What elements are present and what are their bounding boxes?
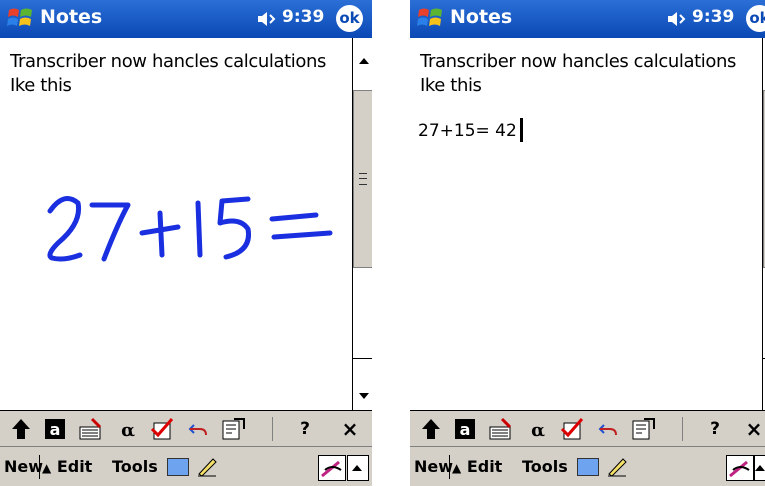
svg-text:α: α	[531, 420, 545, 441]
help-button[interactable]: ?	[706, 417, 724, 441]
arrow-up-icon	[755, 465, 765, 471]
clock[interactable]: 9:39	[692, 7, 734, 27]
properties-icon[interactable]	[220, 417, 246, 441]
keyboard-edit-icon[interactable]	[78, 417, 104, 441]
ok-button[interactable]: ok	[746, 5, 765, 32]
toolbar-separator	[682, 417, 683, 441]
menu-tools[interactable]: Tools	[522, 457, 568, 476]
close-button[interactable]: ×	[340, 417, 360, 441]
scroll-up-button[interactable]	[353, 38, 372, 91]
transcriber-toolbar: a α ? ×	[410, 410, 765, 447]
menu-new[interactable]: New	[414, 457, 453, 476]
title-bar: Notes 9:39 ok	[410, 0, 765, 38]
volume-icon[interactable]	[666, 10, 692, 28]
arrow-up-icon	[352, 465, 362, 471]
input-method-arrow[interactable]	[754, 455, 765, 481]
alpha-symbols-icon[interactable]: α	[526, 417, 550, 441]
input-panel-icon[interactable]	[318, 455, 346, 481]
pen-icon[interactable]	[606, 455, 628, 477]
menu-new[interactable]: New	[4, 457, 43, 476]
app-title: Notes	[450, 6, 513, 28]
svg-text:a: a	[460, 420, 471, 439]
pocketpc-screen-left: Notes 9:39 ok Transcriber now hancles ca…	[0, 0, 372, 486]
shift-arrow-icon[interactable]	[420, 417, 442, 441]
clock[interactable]: 9:39	[282, 7, 324, 27]
menu-edit[interactable]: ▲ Edit	[452, 457, 502, 476]
note-text: Transcriber now hancles calculations Ike…	[420, 51, 736, 96]
menu-bar: New ▲ Edit Tools	[0, 446, 372, 486]
note-text: Transcriber now hancles calculations Ike…	[10, 51, 326, 96]
ok-button[interactable]: ok	[336, 5, 363, 32]
arrow-up-icon	[359, 58, 369, 64]
menu-tools[interactable]: Tools	[112, 457, 158, 476]
vertical-scrollbar[interactable]	[352, 38, 372, 411]
scroll-thumb[interactable]	[353, 90, 372, 268]
letter-mode-icon[interactable]: a	[454, 417, 476, 441]
volume-icon[interactable]	[256, 10, 282, 28]
help-button[interactable]: ?	[296, 417, 314, 441]
caret-up-icon: ▲	[42, 461, 52, 475]
typed-result: 27+15= 42	[418, 121, 517, 141]
arrow-down-icon	[359, 393, 369, 399]
keyboard-icon[interactable]	[167, 458, 189, 476]
keyboard-edit-icon[interactable]	[488, 417, 514, 441]
note-canvas[interactable]: Transcriber now hancles calculations Ike…	[0, 38, 352, 410]
toolbar-separator	[272, 417, 273, 441]
menu-edit-label: Edit	[56, 457, 93, 476]
correction-check-icon[interactable]	[150, 417, 176, 441]
letter-mode-icon[interactable]: a	[44, 417, 66, 441]
handwritten-ink-27-plus-15-equals	[47, 196, 333, 262]
undo-icon[interactable]	[598, 417, 620, 441]
transcriber-toolbar: a α ? ×	[0, 410, 372, 447]
input-method-arrow[interactable]	[347, 455, 369, 481]
text-cursor	[520, 118, 523, 142]
caret-up-icon: ▲	[452, 461, 462, 475]
properties-icon[interactable]	[630, 417, 656, 441]
input-panel-icon[interactable]	[726, 455, 754, 481]
undo-icon[interactable]	[188, 417, 210, 441]
svg-text:α: α	[121, 420, 135, 441]
menu-divider	[449, 455, 450, 479]
scroll-down-button[interactable]	[353, 358, 372, 411]
start-windows-flag-icon[interactable]	[6, 4, 36, 34]
shift-arrow-icon[interactable]	[10, 417, 32, 441]
svg-text:a: a	[50, 420, 61, 439]
menu-divider	[39, 455, 40, 479]
keyboard-icon[interactable]	[577, 458, 599, 476]
close-button[interactable]: ×	[744, 417, 764, 441]
menu-edit-label: Edit	[466, 457, 503, 476]
menu-edit[interactable]: ▲ Edit	[42, 457, 92, 476]
menu-bar: New ▲ Edit Tools	[410, 446, 765, 486]
app-title: Notes	[40, 6, 103, 28]
pocketpc-screen-right: Notes 9:39 ok Transcriber now hancles ca…	[410, 0, 765, 486]
title-bar: Notes 9:39 ok	[0, 0, 372, 38]
pen-icon[interactable]	[196, 455, 218, 477]
grip-icon	[359, 173, 367, 185]
note-canvas[interactable]: Transcriber now hancles calculations Ike…	[410, 38, 762, 410]
correction-check-icon[interactable]	[560, 417, 586, 441]
start-windows-flag-icon[interactable]	[416, 4, 446, 34]
alpha-symbols-icon[interactable]: α	[116, 417, 140, 441]
